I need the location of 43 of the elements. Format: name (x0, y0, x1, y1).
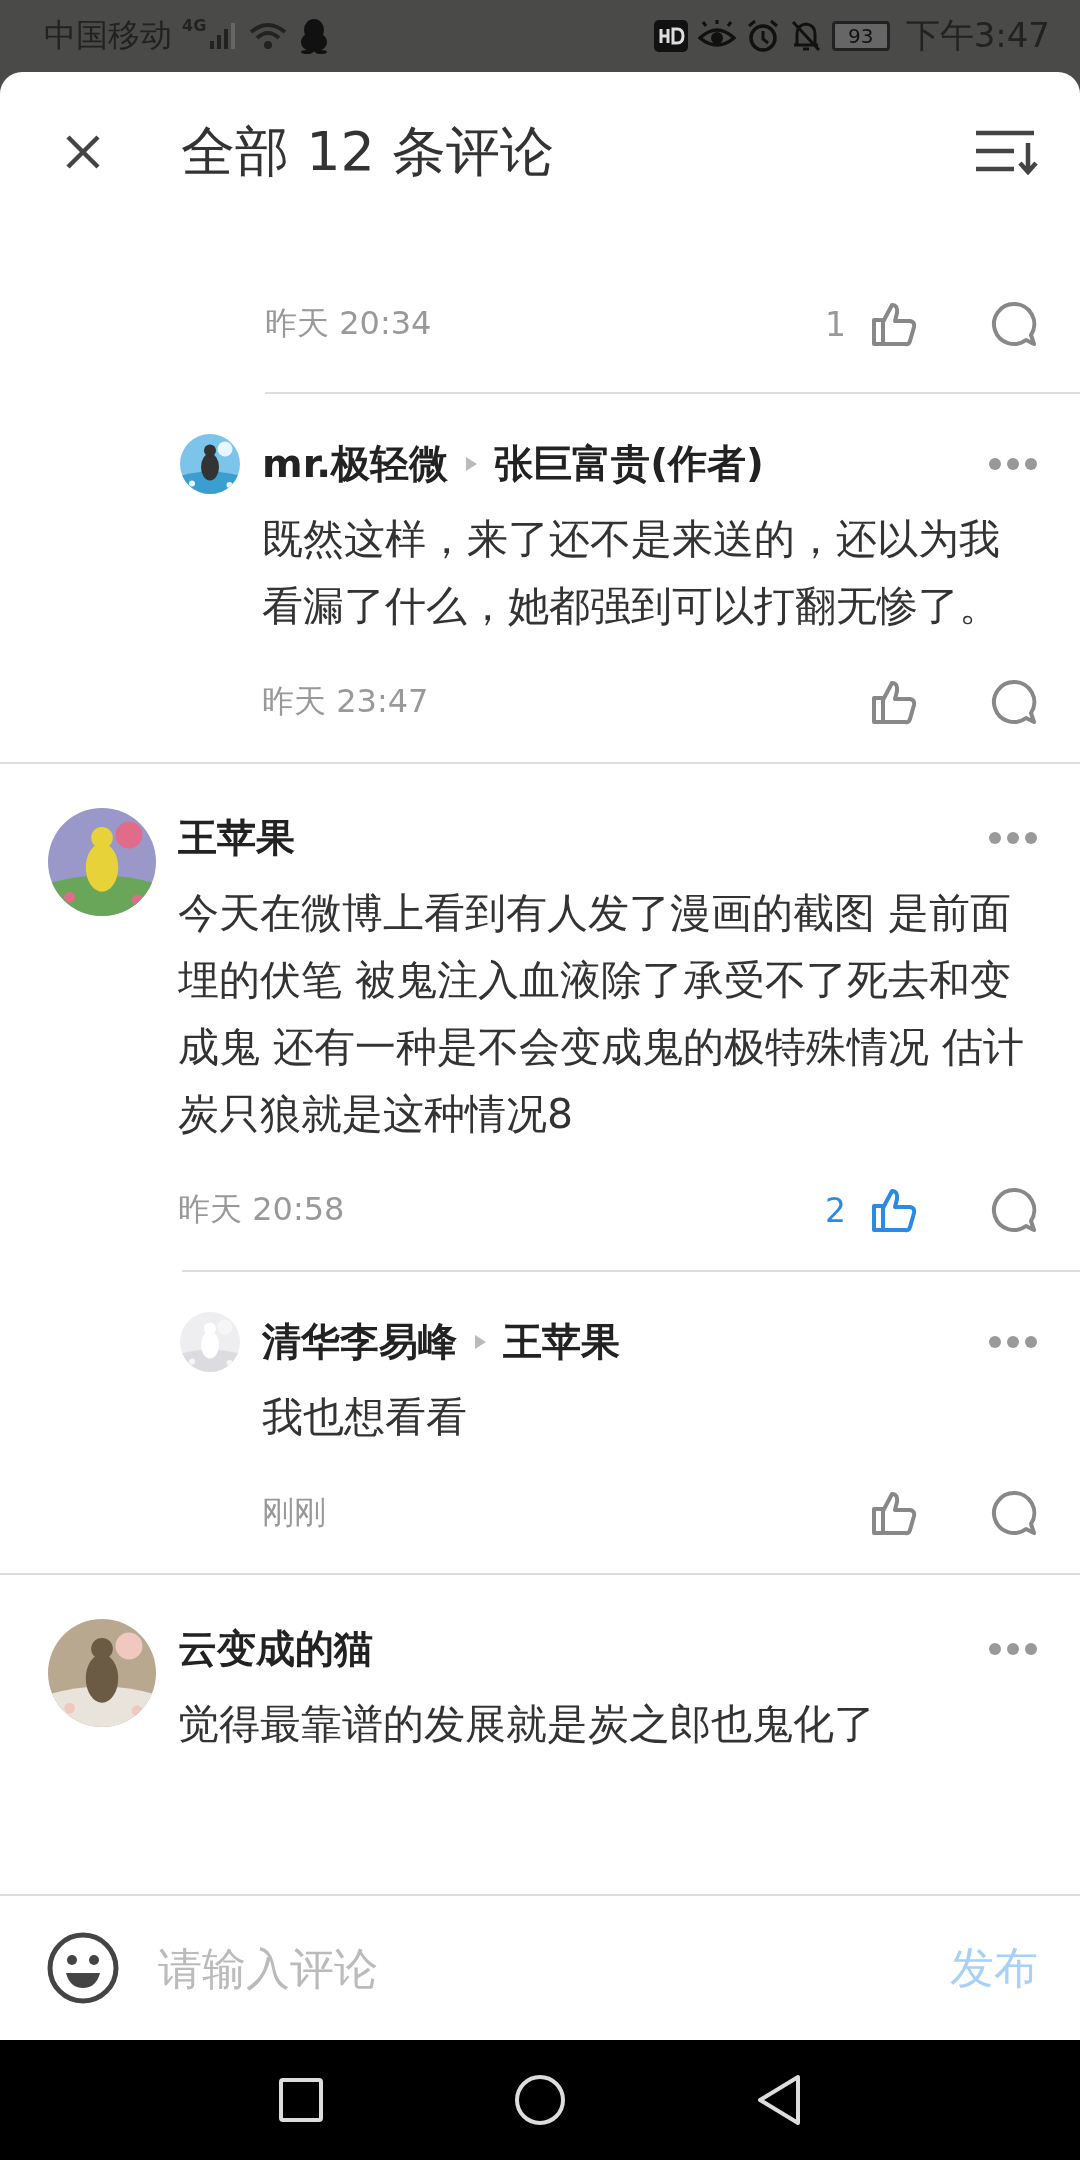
like-count: 2 (825, 1190, 846, 1230)
thumbs-up-icon[interactable] (870, 1489, 918, 1537)
author-name[interactable]: mr.极轻微 (262, 437, 449, 491)
more-icon[interactable] (988, 831, 1038, 845)
hd-icon (653, 20, 688, 52)
sort-icon[interactable] (974, 129, 1038, 175)
author-name[interactable]: 云变成的猫 (178, 1622, 373, 1676)
wifi-icon (248, 20, 289, 52)
author-name[interactable]: 王苹果 (178, 811, 295, 865)
thumbs-up-icon[interactable] (870, 300, 918, 348)
home-icon[interactable] (514, 2074, 566, 2126)
comment-icon[interactable] (990, 678, 1038, 726)
comment-text: 我也想看看 (262, 1392, 468, 1443)
battery-level: 93 (847, 24, 874, 48)
thumbs-up-icon[interactable] (870, 1186, 918, 1234)
comment-icon[interactable] (990, 1186, 1038, 1234)
more-icon[interactable] (988, 457, 1038, 471)
reply-to-name[interactable]: 张巨富贵(作者) (494, 437, 764, 491)
comment-time: 昨天 20:34 (265, 303, 432, 344)
more-icon[interactable] (988, 1335, 1038, 1349)
alarm-icon (745, 19, 780, 53)
bell-muted-icon (789, 19, 822, 53)
comment-text: 觉得最靠谱的发展就是炭之郎也鬼化了 (178, 1699, 876, 1750)
like-count: 1 (825, 304, 846, 344)
back-icon[interactable] (756, 2074, 802, 2126)
page-title: 全部 12 条评论 (181, 118, 555, 185)
comment-time: 昨天 20:58 (178, 1189, 345, 1230)
comment-icon[interactable] (990, 300, 1038, 348)
comment-text: 今天在微博上看到有人发了漫画的截图 是前面埋的伏笔 被鬼注入血液除了承受不了死去和变成鬼 还有一种是不会变成鬼的极特殊情况 估计炭只狼就是这种情况8 (178, 888, 1026, 1140)
emoji-icon[interactable] (46, 1931, 120, 2005)
reply-arrow-icon (464, 455, 479, 473)
comment-time: 刚刚 (262, 1492, 326, 1533)
reply-to-name[interactable]: 王苹果 (503, 1315, 620, 1369)
close-icon[interactable] (65, 134, 101, 170)
more-icon[interactable] (988, 1642, 1038, 1656)
thumbs-up-icon[interactable] (870, 678, 918, 726)
reply-arrow-icon (473, 1333, 487, 1351)
comment-input[interactable]: 请输入评论 (156, 1941, 914, 1995)
comment-text: 既然这样，来了还不是来送的，还以为我看漏了什么，她都强到可以打翻无惨了。 (262, 514, 1001, 632)
recents-icon[interactable] (278, 2077, 324, 2123)
comment-icon[interactable] (990, 1489, 1038, 1537)
comment-time: 昨天 23:47 (262, 681, 429, 722)
author-name[interactable]: 清华李易峰 (262, 1315, 457, 1369)
